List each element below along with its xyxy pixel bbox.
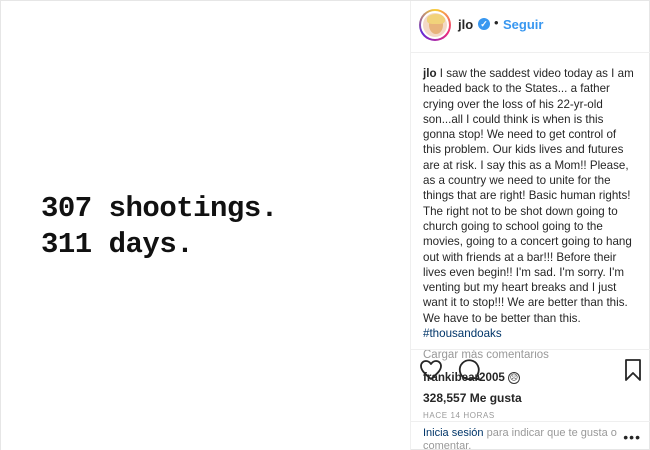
post-image-line-2: 311 days.	[41, 228, 194, 261]
avatar[interactable]	[419, 9, 451, 41]
likes-count[interactable]: 328,557 Me gusta	[423, 391, 522, 405]
post-header: jlo ✓ • Seguir	[411, 1, 650, 53]
post-image-line-1: 307 shootings.	[41, 192, 278, 225]
comments-section: jlo I saw the saddest video today as I a…	[411, 54, 650, 384]
post-sidebar: jlo ✓ • Seguir jlo I saw the saddest vid…	[411, 1, 650, 450]
caption-username[interactable]: jlo	[423, 67, 437, 80]
post-image-text: 307 shootings. 311 days.	[41, 191, 278, 263]
login-link[interactable]: Inicia sesión	[423, 427, 484, 439]
more-options-icon[interactable]: •••	[623, 430, 641, 444]
header-separator: •	[494, 15, 499, 30]
header-username[interactable]: jlo	[458, 17, 473, 32]
follow-button[interactable]: Seguir	[503, 17, 543, 32]
bookmark-icon[interactable]	[621, 358, 645, 382]
verified-badge-icon: ✓	[478, 18, 490, 30]
heart-icon[interactable]	[419, 358, 443, 382]
action-bar	[419, 358, 645, 386]
post-image[interactable]: 307 shootings. 311 days.	[1, 1, 410, 450]
post-frame: 307 shootings. 311 days. jlo ✓ • Seguir …	[0, 0, 650, 450]
post-timestamp: HACE 14 HORAS	[423, 411, 495, 420]
caption-text: I saw the saddest video today as I am he…	[423, 67, 634, 325]
comment-icon[interactable]	[457, 358, 481, 382]
post-caption: jlo I saw the saddest video today as I a…	[423, 66, 637, 341]
login-prompt: Inicia sesión para indicar que te gusta …	[411, 421, 650, 450]
caption-hashtag[interactable]: #thousandoaks	[423, 327, 502, 340]
